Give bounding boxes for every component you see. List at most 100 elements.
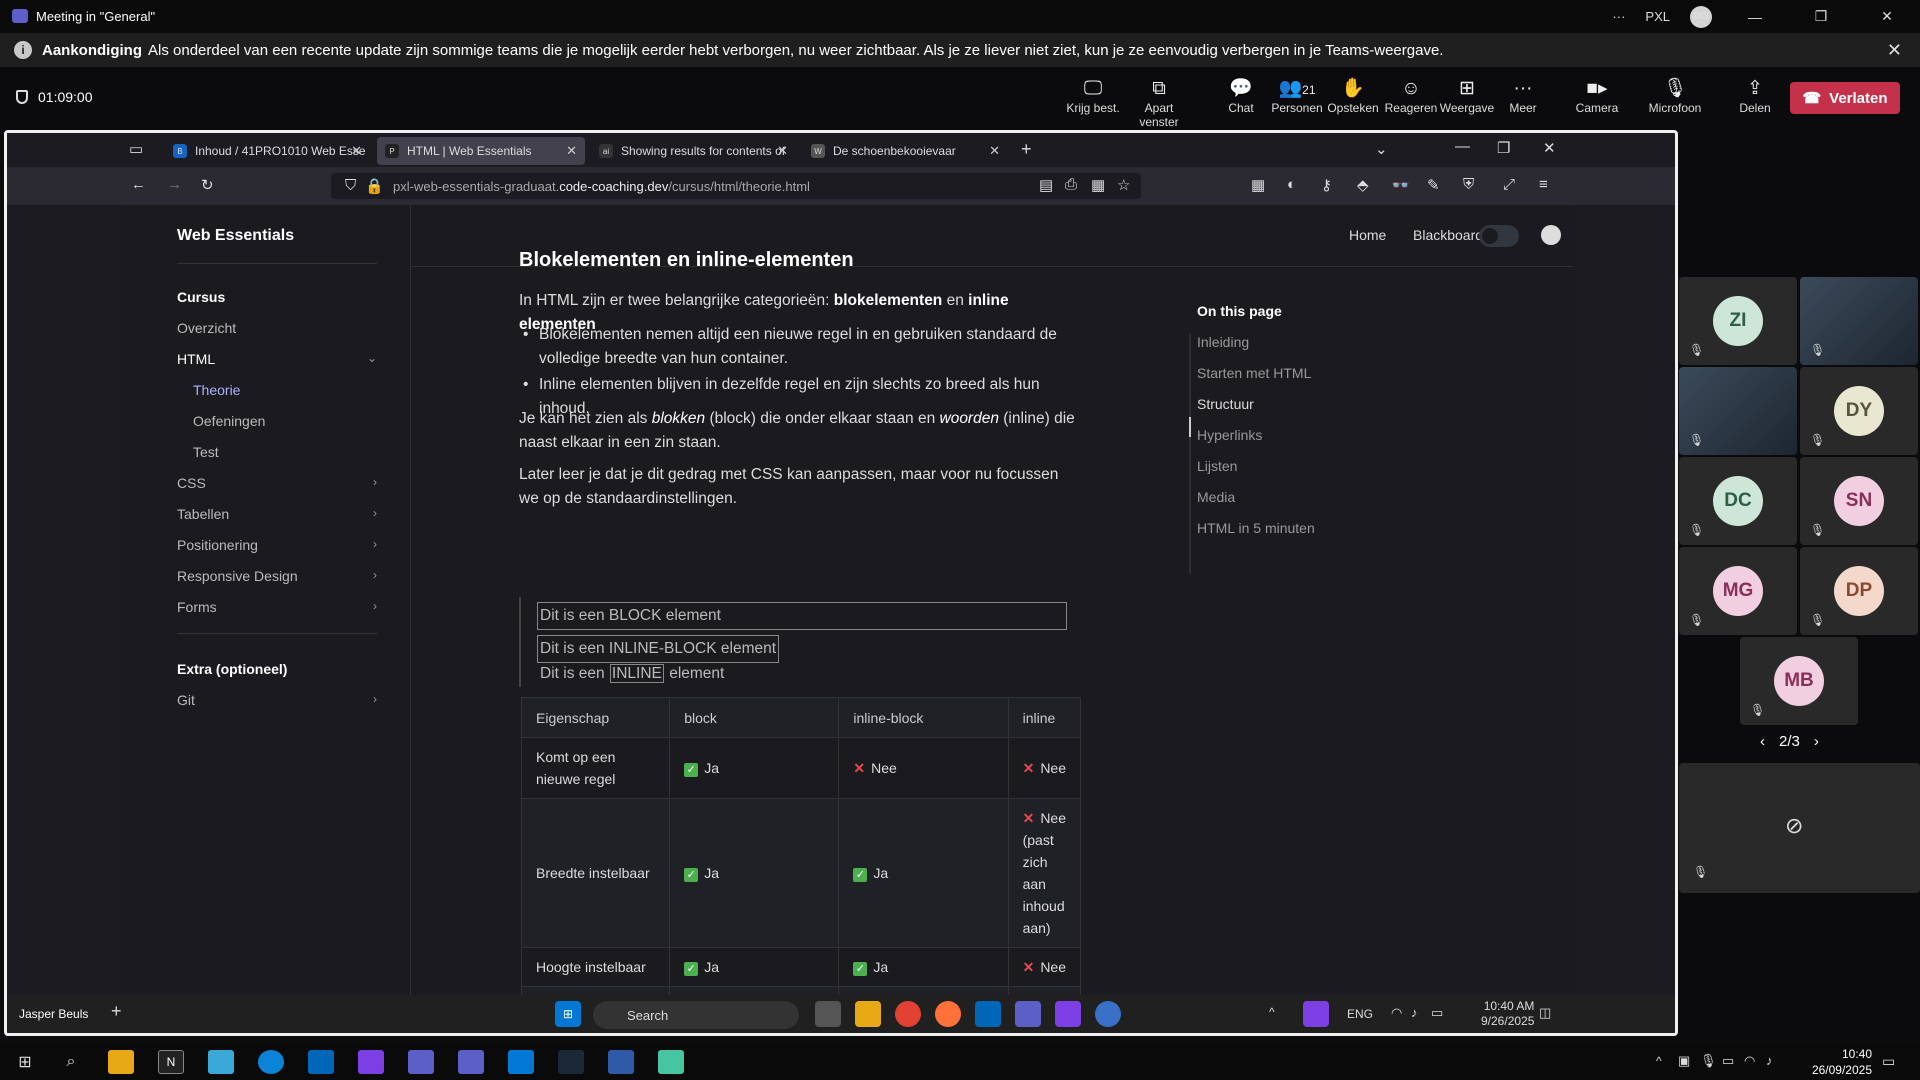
vscode-icon[interactable]: [975, 1001, 1001, 1027]
close-tab-icon[interactable]: ✕: [566, 143, 577, 159]
window-app-icon[interactable]: [608, 1050, 634, 1074]
nav-home-link[interactable]: Home: [1349, 227, 1386, 243]
self-video-tile[interactable]: ⊘ 🎙: [1679, 763, 1920, 893]
remote-clock[interactable]: 10:40 AM 9/26/2025: [1481, 999, 1534, 1029]
participant-tile[interactable]: DY 🎙: [1800, 367, 1918, 455]
screenshot-icon[interactable]: ⎙: [1065, 176, 1077, 193]
steam-icon[interactable]: [558, 1050, 584, 1074]
personen-button[interactable]: 👥21 Personen: [1266, 77, 1328, 115]
forward-icon[interactable]: →: [167, 176, 182, 193]
visual-studio-icon[interactable]: [358, 1050, 384, 1074]
battery-icon[interactable]: ▭: [1722, 1053, 1734, 1069]
opsteken-button[interactable]: ✋ Opsteken: [1322, 77, 1384, 115]
file-explorer-icon[interactable]: [108, 1050, 134, 1074]
volume-icon[interactable]: ♪: [1411, 1005, 1418, 1020]
toc-item[interactable]: Starten met HTML: [1197, 365, 1311, 381]
sidebar-item-forms[interactable]: Forms ›: [177, 599, 377, 615]
teams-icon[interactable]: [408, 1050, 434, 1074]
battery-icon[interactable]: ▭: [1431, 1005, 1443, 1021]
vscode-icon[interactable]: [308, 1050, 334, 1074]
bookmark-star-icon[interactable]: ☆: [1117, 176, 1130, 194]
windows-start-icon[interactable]: ⊞: [555, 1001, 581, 1027]
leave-button[interactable]: ☎ Verlaten: [1790, 82, 1900, 114]
task-view-icon[interactable]: [815, 1001, 841, 1027]
close-banner-icon[interactable]: ✕: [1887, 40, 1902, 61]
new-tab-icon[interactable]: +: [1021, 139, 1032, 160]
sidebar-item-responsive[interactable]: Responsive Design ›: [177, 568, 377, 584]
windows-start-icon[interactable]: ⊞: [12, 1050, 38, 1074]
participant-tile[interactable]: DP 🎙: [1800, 547, 1918, 635]
weergave-button[interactable]: ⊞ Weergave: [1436, 77, 1498, 115]
close-tab-icon[interactable]: ✕: [989, 143, 1000, 159]
remote-search-box[interactable]: Search: [593, 1001, 799, 1029]
mic-tray-icon[interactable]: 🎙: [1700, 1053, 1717, 1069]
sidebar-item-theorie[interactable]: Theorie: [193, 382, 240, 398]
participant-tile[interactable]: DC 🎙: [1679, 457, 1797, 545]
glasses-icon[interactable]: 👓: [1391, 176, 1410, 194]
snipping-icon[interactable]: [508, 1050, 534, 1074]
microfoon-button[interactable]: 🎙 Microfoon: [1644, 77, 1706, 115]
teams-meeting-icon[interactable]: [458, 1050, 484, 1074]
copilot-icon[interactable]: [1055, 1001, 1081, 1027]
meer-button[interactable]: ··· Meer: [1492, 77, 1554, 115]
close-tab-icon[interactable]: ✕: [351, 143, 362, 159]
reageren-button[interactable]: ☺ Reageren: [1380, 77, 1442, 115]
sidebar-item-test[interactable]: Test: [193, 444, 219, 460]
sidebar-item-oefeningen[interactable]: Oefeningen: [193, 413, 265, 429]
restore-icon[interactable]: ❐: [1798, 8, 1844, 25]
chevron-left-icon[interactable]: ‹: [1760, 733, 1765, 750]
krijg-best-button[interactable]: 🖵 Krijg best.: [1062, 77, 1124, 115]
tab-overview-icon[interactable]: ▭: [129, 140, 143, 158]
firefox-icon[interactable]: [935, 1001, 961, 1027]
add-icon[interactable]: +: [111, 1001, 122, 1022]
chrome-icon[interactable]: [895, 1001, 921, 1027]
search-icon[interactable]: ⌕: [58, 1050, 84, 1074]
sidebar-item-css[interactable]: CSS ›: [177, 475, 377, 491]
file-explorer-icon[interactable]: [855, 1001, 881, 1027]
sidebar-item-html[interactable]: HTML ⌄: [177, 351, 377, 367]
tab-inhoud[interactable]: B Inhoud / 41PRO1010 Web Esse ✕: [165, 137, 370, 165]
minimize-icon[interactable]: —: [1455, 138, 1470, 155]
sidebar-item-overzicht[interactable]: Overzicht: [177, 320, 377, 336]
tool-icon[interactable]: [208, 1050, 234, 1074]
fullscreen-icon[interactable]: ⤢: [1503, 176, 1515, 193]
tab-list-chevron-icon[interactable]: ⌄: [1375, 140, 1388, 158]
shield-icon[interactable]: ⛉: [345, 177, 356, 194]
delen-button[interactable]: ⇪ Delen: [1724, 77, 1786, 115]
teams-icon[interactable]: [1015, 1001, 1041, 1027]
tab-html-web-essentials[interactable]: P HTML | Web Essentials ✕: [377, 137, 585, 165]
system-clock[interactable]: 10:40 26/09/2025: [1812, 1046, 1872, 1078]
notification-icon[interactable]: ◫: [1539, 1005, 1551, 1021]
address-bar[interactable]: pxl-web-essentials-graduaat. code-coachin…: [331, 173, 1141, 199]
chevron-right-icon[interactable]: ›: [1814, 733, 1819, 750]
participant-tile[interactable]: MG 🎙: [1679, 547, 1797, 635]
close-icon[interactable]: ✕: [1864, 8, 1910, 25]
more-options-icon[interactable]: ···: [1612, 9, 1625, 24]
site-brand[interactable]: Web Essentials: [177, 227, 294, 245]
participant-tile[interactable]: 🎙: [1679, 367, 1797, 455]
app-icon[interactable]: [658, 1050, 684, 1074]
theme-toggle[interactable]: [1479, 225, 1519, 247]
key-icon[interactable]: ⚷: [1321, 176, 1332, 194]
tray-chevron-icon[interactable]: ^: [1656, 1054, 1662, 1068]
toc-item[interactable]: Structuur: [1197, 396, 1254, 412]
close-tab-icon[interactable]: ✕: [777, 143, 788, 159]
color-picker-icon[interactable]: ✎: [1427, 176, 1440, 194]
participant-tile[interactable]: MB 🎙: [1740, 637, 1858, 725]
ublock-icon[interactable]: ⛨: [1463, 176, 1474, 193]
dark-reader-icon[interactable]: ◐: [1287, 176, 1296, 193]
github-icon[interactable]: [1541, 225, 1561, 245]
mic-tray-icon[interactable]: [1303, 1001, 1329, 1027]
reload-icon[interactable]: ↻: [201, 176, 214, 194]
chat-button[interactable]: 💬 Chat: [1210, 77, 1272, 115]
sidebar-item-tabellen[interactable]: Tabellen ›: [177, 506, 377, 522]
participant-tile[interactable]: ZI 🎙: [1679, 277, 1797, 365]
toc-item[interactable]: Inleiding: [1197, 334, 1249, 350]
edge-icon[interactable]: [258, 1050, 284, 1074]
camera-button[interactable]: ■▸ Camera: [1566, 77, 1628, 115]
toc-item[interactable]: Lijsten: [1197, 458, 1237, 474]
tray-app-icon[interactable]: ▣: [1678, 1053, 1690, 1069]
toc-item[interactable]: HTML in 5 minuten: [1197, 520, 1315, 536]
container-icon[interactable]: ▦: [1251, 176, 1265, 194]
tray-chevron-icon[interactable]: ^: [1269, 1005, 1275, 1019]
